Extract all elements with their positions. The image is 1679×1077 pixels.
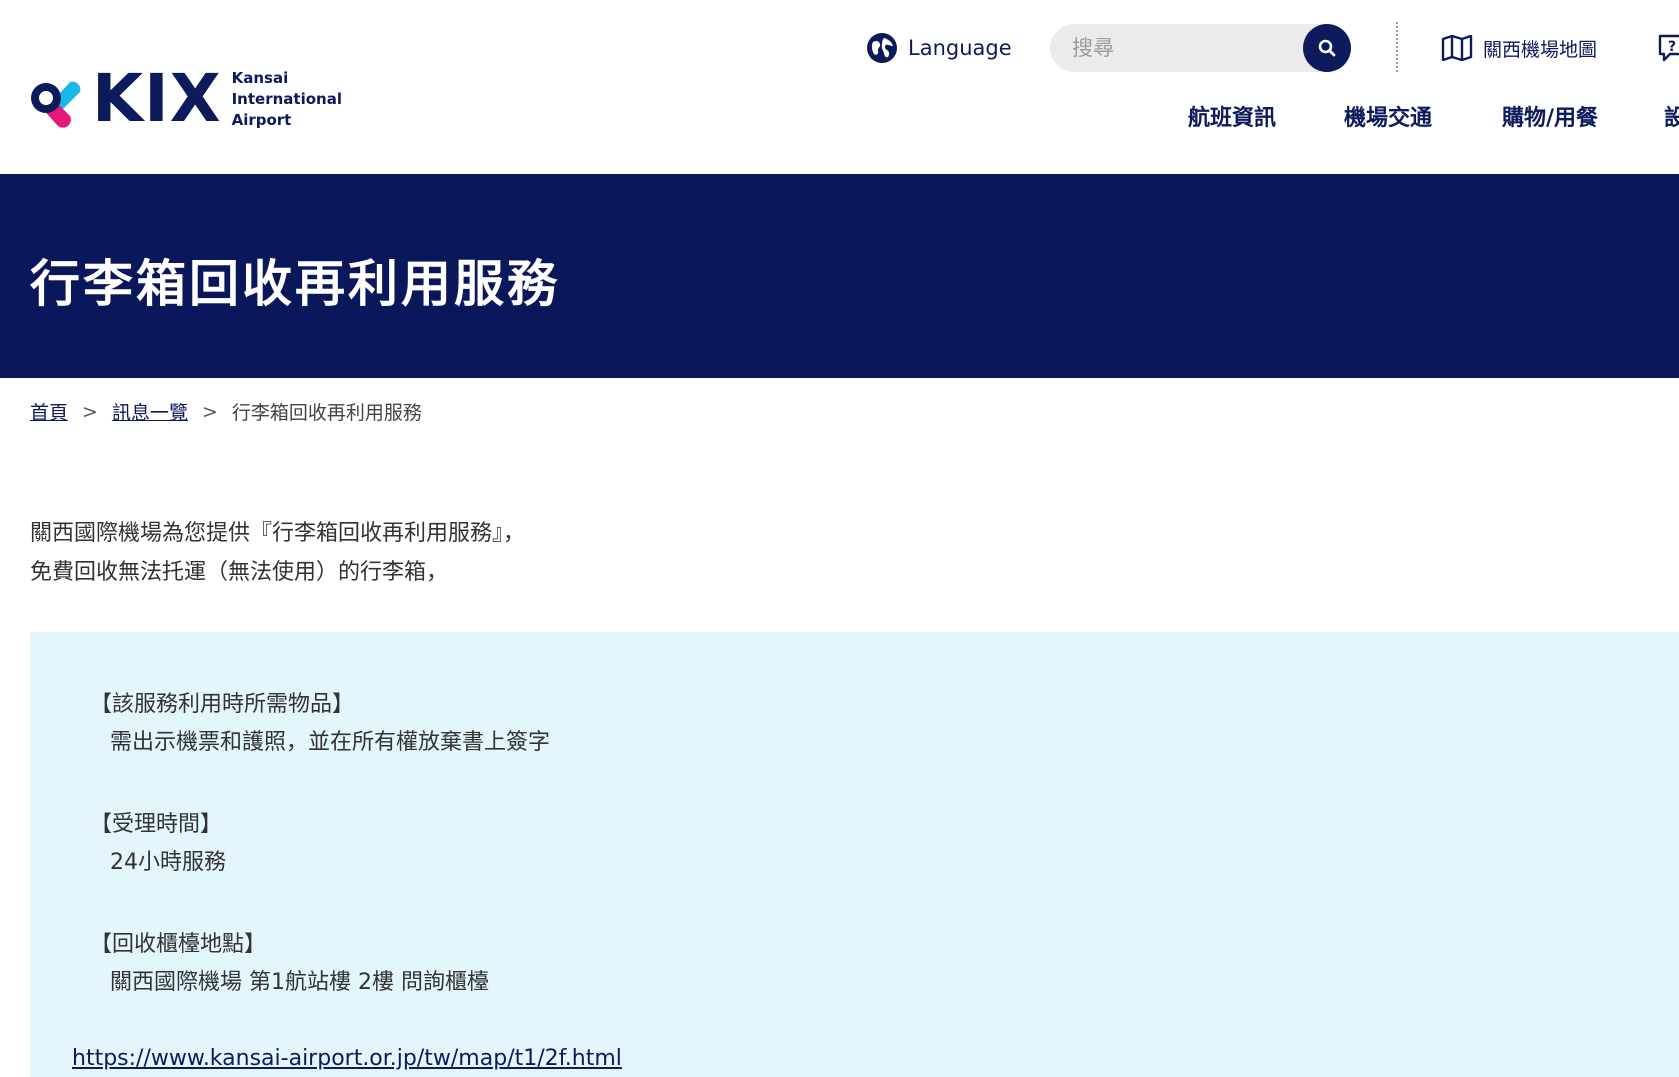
language-label: Language <box>908 36 1012 60</box>
info-section-location: 【回收櫃檯地點】 關西國際機場 第1航站樓 2樓 問詢櫃檯 <box>90 926 489 1002</box>
header-divider <box>1396 22 1398 72</box>
intro-line: 免費回收無法托運（無法使用）的行李箱， <box>30 560 449 585</box>
info-section-hours: 【受理時間】 24小時服務 <box>90 806 226 882</box>
section-body: 關西國際機場 第1航站樓 2樓 問詢櫃檯 <box>110 970 489 995</box>
site-header: KIX Kansai International Airport Languag… <box>0 0 1679 174</box>
language-selector[interactable]: Language <box>866 32 1012 64</box>
nav-item-facilities[interactable]: 設 <box>1664 100 1679 132</box>
airport-map-label: 關西機場地圖 <box>1483 38 1598 61</box>
intro-line: 關西國際機場為您提供『行李箱回收再利用服務』， <box>30 521 526 546</box>
svg-text:?: ? <box>1668 39 1676 55</box>
section-heading: 【受理時間】 <box>90 812 223 837</box>
breadcrumb-home[interactable]: 首頁 <box>30 398 68 425</box>
service-info-box: 【該服務利用時所需物品】 需出示機票和護照，並在所有權放棄書上簽字 【受理時間】… <box>30 632 1679 1077</box>
search-bar <box>1050 24 1351 72</box>
main-nav: 航班資訊 機場交通 購物/用餐 設 <box>0 100 1679 140</box>
page-title-band: 行李箱回收再利用服務 <box>0 174 1679 378</box>
terminal-map-link[interactable]: https://www.kansai-airport.or.jp/tw/map/… <box>72 1046 622 1071</box>
nav-item-flight-info[interactable]: 航班資訊 <box>1188 100 1276 132</box>
breadcrumb: 首頁 > 訊息一覽 > 行李箱回收再利用服務 <box>30 398 422 425</box>
nav-item-shopping-dining[interactable]: 購物/用餐 <box>1502 100 1598 132</box>
breadcrumb-separator: > <box>82 400 98 423</box>
section-heading: 【回收櫃檯地點】 <box>90 932 267 957</box>
globe-icon <box>867 33 897 63</box>
breadcrumb-current: 行李箱回收再利用服務 <box>231 402 422 424</box>
page: KIX Kansai International Airport Languag… <box>0 0 1679 1077</box>
intro-text: 關西國際機場為您提供『行李箱回收再利用服務』， 免費回收無法托運（無法使用）的行… <box>30 514 525 592</box>
breadcrumb-news-list[interactable]: 訊息一覽 <box>112 398 188 425</box>
search-input[interactable] <box>1072 24 1282 72</box>
nav-item-access[interactable]: 機場交通 <box>1344 100 1432 132</box>
breadcrumb-separator: > <box>201 400 218 423</box>
section-body: 24小時服務 <box>110 850 226 875</box>
section-heading: 【該服務利用時所需物品】 <box>90 692 355 717</box>
map-book-icon <box>1441 35 1473 61</box>
search-button[interactable] <box>1303 24 1351 72</box>
search-icon <box>1318 39 1336 57</box>
airport-map-link[interactable]: 關西機場地圖 <box>1441 32 1597 64</box>
help-bubble-icon[interactable]: ? <box>1656 32 1679 64</box>
page-title: 行李箱回收再利用服務 <box>30 255 560 313</box>
logo-subtitle-line: Kansai <box>231 68 289 87</box>
section-body: 需出示機票和護照，並在所有權放棄書上簽字 <box>110 730 551 755</box>
info-section-required-items: 【該服務利用時所需物品】 需出示機票和護照，並在所有權放棄書上簽字 <box>90 686 550 762</box>
